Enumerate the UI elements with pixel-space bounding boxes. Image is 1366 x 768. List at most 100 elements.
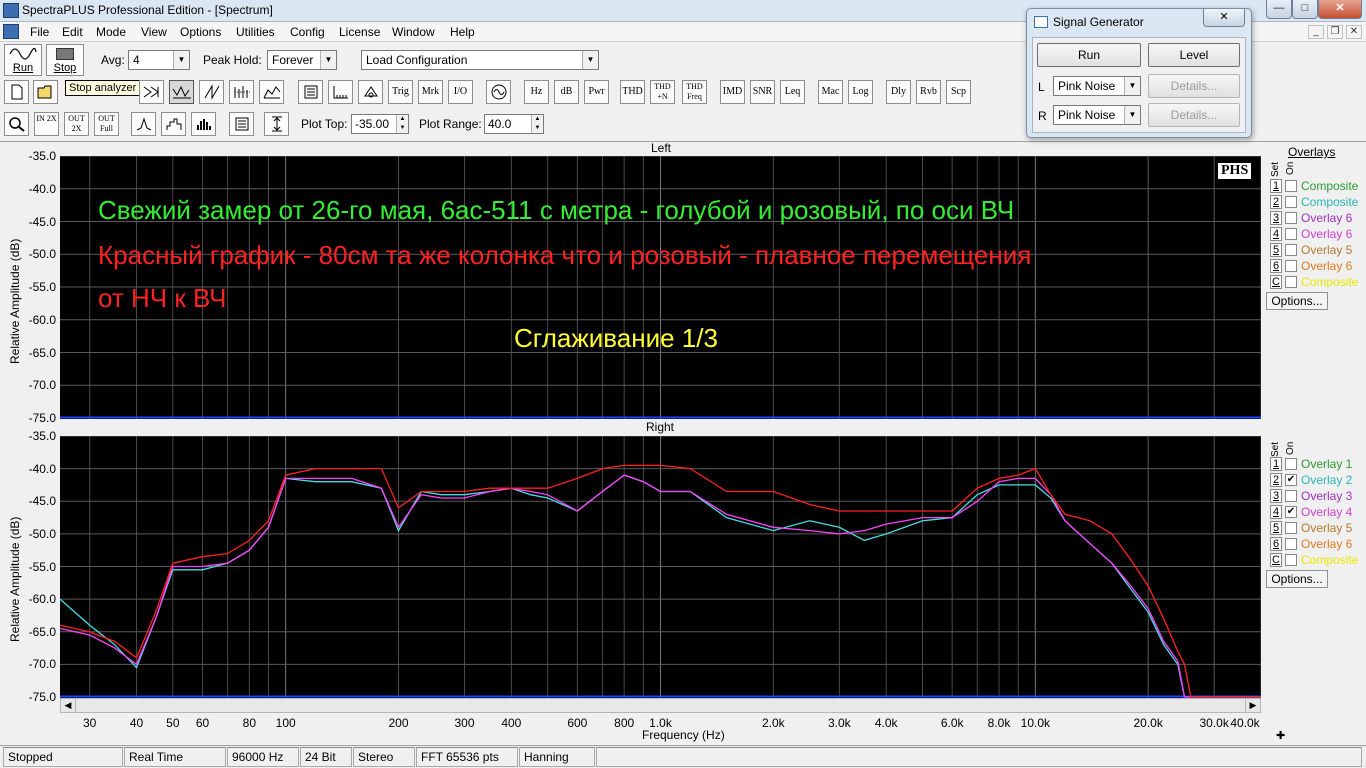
horizontal-scrollbar[interactable]: ◀ ▶ bbox=[60, 698, 1261, 713]
range-button[interactable] bbox=[264, 112, 289, 136]
overlay-checkbox[interactable] bbox=[1285, 522, 1297, 534]
scp-button[interactable]: Scp bbox=[946, 80, 971, 104]
spectrum-view-button[interactable] bbox=[169, 80, 194, 104]
menu-view[interactable]: View bbox=[141, 25, 167, 39]
mac-button[interactable]: Mac bbox=[818, 80, 843, 104]
mdi-restore-button[interactable]: ❐ bbox=[1327, 25, 1343, 39]
mdi-minimize-button[interactable]: _ bbox=[1308, 25, 1324, 39]
menu-license[interactable]: License bbox=[339, 25, 380, 39]
left-waveform-select[interactable]: Pink Noise ▼ bbox=[1053, 76, 1141, 96]
right-options-button[interactable]: Options... bbox=[1266, 570, 1328, 588]
mdi-close-button[interactable]: ✕ bbox=[1346, 25, 1362, 39]
step-plot-button[interactable] bbox=[161, 112, 186, 136]
stop-button[interactable]: Stop bbox=[46, 44, 84, 76]
overlay-checkbox[interactable] bbox=[1285, 228, 1297, 240]
overlay-checkbox[interactable] bbox=[1285, 458, 1297, 470]
left-details-button[interactable]: Details... bbox=[1148, 74, 1240, 98]
left-options-button[interactable]: Options... bbox=[1266, 292, 1328, 310]
pwr-button[interactable]: Pwr bbox=[584, 80, 609, 104]
configuration-select[interactable]: Load Configuration ▼ bbox=[361, 50, 599, 70]
microphone-button[interactable] bbox=[358, 80, 383, 104]
imd-button[interactable]: IMD bbox=[720, 80, 745, 104]
rvb-button[interactable]: Rvb bbox=[916, 80, 941, 104]
overlay-checkbox[interactable] bbox=[1285, 180, 1297, 192]
menu-edit[interactable]: Edit bbox=[62, 25, 83, 39]
zoom-out-full-button[interactable]: OUT Full bbox=[94, 112, 119, 136]
spin-arrows-icon[interactable]: ▲ ▼ bbox=[531, 115, 543, 133]
bar-plot-button[interactable] bbox=[191, 112, 216, 136]
menu-options[interactable]: Options bbox=[180, 25, 221, 39]
menu-mode[interactable]: Mode bbox=[96, 25, 126, 39]
line-plot-button[interactable] bbox=[131, 112, 156, 136]
overlay-set-button[interactable]: 5 bbox=[1270, 521, 1282, 535]
minimize-button[interactable]: — bbox=[1266, 0, 1292, 19]
run-button[interactable]: Run bbox=[4, 44, 42, 76]
overlay-set-button[interactable]: 1 bbox=[1270, 457, 1282, 471]
close-icon[interactable]: ✕ bbox=[1203, 9, 1245, 27]
resize-grip-icon[interactable]: ✚ bbox=[1276, 729, 1285, 742]
menu-utilities[interactable]: Utilities bbox=[236, 25, 275, 39]
scale-button[interactable] bbox=[328, 80, 353, 104]
overlay-checkbox[interactable] bbox=[1285, 554, 1297, 566]
signal-generator-button[interactable] bbox=[486, 80, 511, 104]
mrk-button[interactable]: Mrk bbox=[418, 80, 443, 104]
overlay-checkbox[interactable]: ✔ bbox=[1285, 474, 1297, 486]
zoom-button[interactable] bbox=[4, 112, 29, 136]
plot-range-input[interactable]: 40.0 ▲ ▼ bbox=[484, 114, 544, 134]
settings-panel-button[interactable] bbox=[229, 112, 254, 136]
menu-file[interactable]: File bbox=[30, 25, 49, 39]
overlay-set-button[interactable]: 5 bbox=[1270, 243, 1282, 257]
overlay-set-button[interactable]: 6 bbox=[1270, 537, 1282, 551]
right-details-button[interactable]: Details... bbox=[1148, 103, 1240, 127]
generator-run-button[interactable]: Run bbox=[1037, 43, 1141, 67]
overlay-checkbox[interactable] bbox=[1285, 212, 1297, 224]
menu-window[interactable]: Window bbox=[392, 25, 435, 39]
menu-help[interactable]: Help bbox=[450, 25, 475, 39]
fast-forward-button[interactable] bbox=[139, 80, 164, 104]
log-button[interactable]: Log bbox=[848, 80, 873, 104]
slope-button[interactable] bbox=[199, 80, 224, 104]
overlay-checkbox[interactable] bbox=[1285, 276, 1297, 288]
new-file-button[interactable] bbox=[4, 80, 29, 104]
overlay-checkbox[interactable] bbox=[1285, 196, 1297, 208]
trig-button[interactable]: Trig bbox=[388, 80, 413, 104]
peak-hold-select[interactable]: Forever ▼ bbox=[267, 50, 337, 70]
overlay-set-button[interactable]: 1 bbox=[1270, 179, 1282, 193]
overlay-set-button[interactable]: 2 bbox=[1270, 473, 1282, 487]
menu-config[interactable]: Config bbox=[290, 25, 325, 39]
overlay-set-button[interactable]: C bbox=[1270, 553, 1282, 567]
3d-surface-button[interactable] bbox=[259, 80, 284, 104]
scroll-right-icon[interactable]: ▶ bbox=[1245, 699, 1260, 712]
overlay-checkbox[interactable] bbox=[1285, 244, 1297, 256]
dly-button[interactable]: Dly bbox=[886, 80, 911, 104]
db-button[interactable]: dB bbox=[554, 80, 579, 104]
open-button[interactable] bbox=[33, 80, 58, 104]
snr-button[interactable]: SNR bbox=[750, 80, 775, 104]
overlay-set-button[interactable]: 3 bbox=[1270, 489, 1282, 503]
right-plot-area[interactable] bbox=[60, 436, 1261, 698]
avg-select[interactable]: 4 ▼ bbox=[128, 50, 190, 70]
leq-button[interactable]: Leq bbox=[780, 80, 805, 104]
panel-button[interactable] bbox=[298, 80, 323, 104]
thd-n-button[interactable]: THD +N bbox=[650, 80, 675, 104]
scroll-left-icon[interactable]: ◀ bbox=[61, 699, 76, 712]
overlay-checkbox[interactable] bbox=[1285, 260, 1297, 272]
overlay-set-button[interactable]: C bbox=[1270, 275, 1282, 289]
overlay-set-button[interactable]: 2 bbox=[1270, 195, 1282, 209]
plot-top-input[interactable]: -35.00 ▲ ▼ bbox=[351, 114, 409, 134]
spectrogram-button[interactable] bbox=[229, 80, 254, 104]
spin-arrows-icon[interactable]: ▲ ▼ bbox=[396, 115, 408, 133]
maximize-button[interactable]: □ bbox=[1292, 0, 1318, 19]
thd-button[interactable]: THD bbox=[620, 80, 645, 104]
generator-level-button[interactable]: Level bbox=[1148, 43, 1240, 67]
close-button[interactable]: ✕ bbox=[1318, 0, 1362, 19]
thd-freq-button[interactable]: THD Freq bbox=[682, 80, 707, 104]
document-icon[interactable] bbox=[3, 24, 19, 39]
overlay-set-button[interactable]: 4 bbox=[1270, 227, 1282, 241]
overlay-set-button[interactable]: 4 bbox=[1270, 505, 1282, 519]
zoom-in-2x-button[interactable]: IN 2X bbox=[34, 112, 59, 136]
io-button[interactable]: I/O bbox=[448, 80, 473, 104]
overlay-checkbox[interactable] bbox=[1285, 538, 1297, 550]
hz-button[interactable]: Hz bbox=[524, 80, 549, 104]
overlay-checkbox[interactable] bbox=[1285, 490, 1297, 502]
